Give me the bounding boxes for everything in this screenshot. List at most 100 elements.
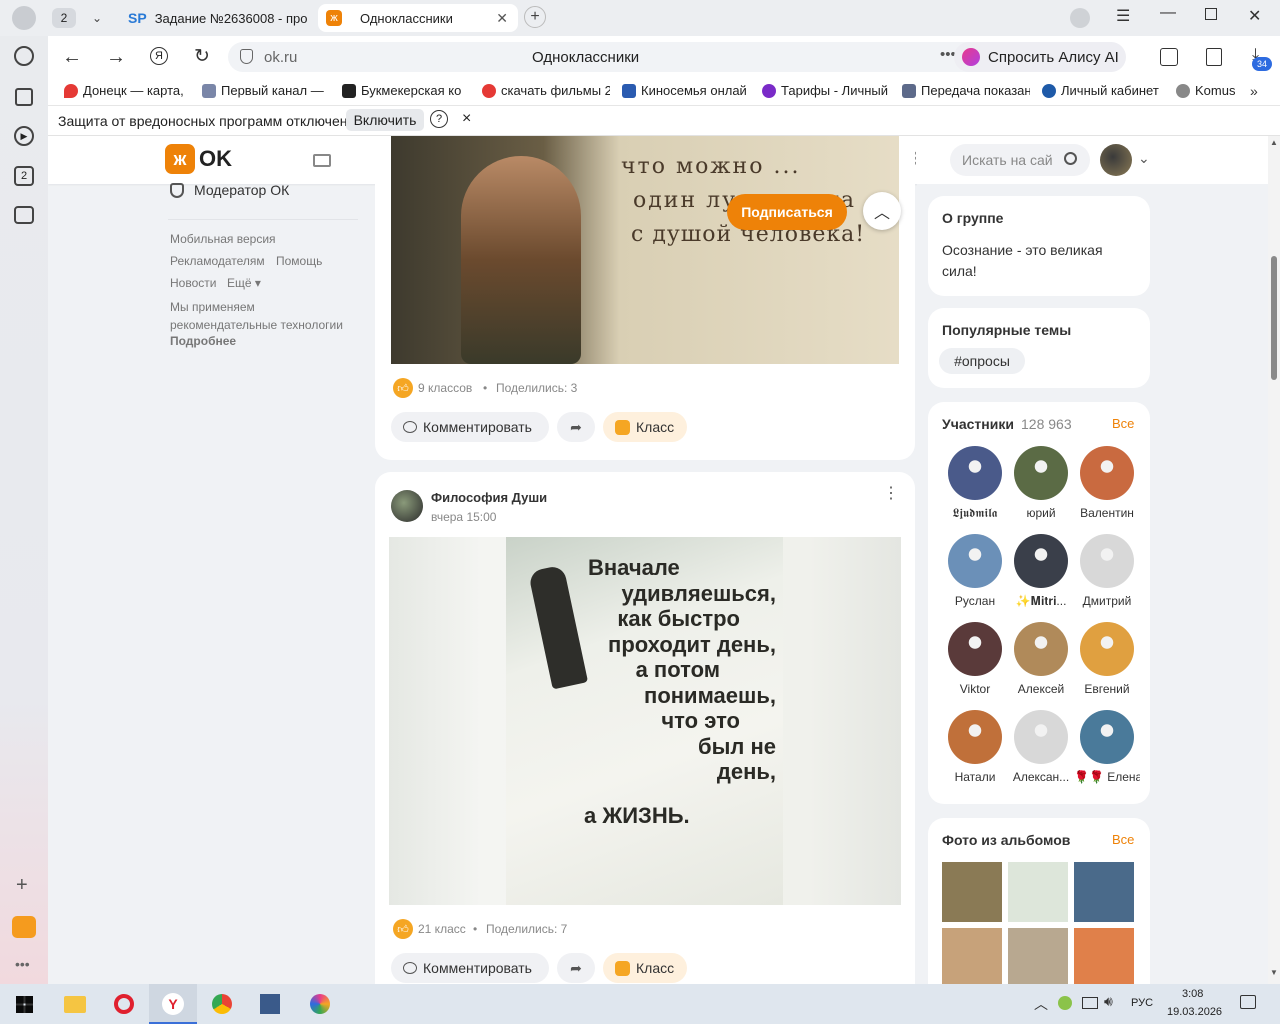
post-menu-icon[interactable]: ⋮ [883,486,899,502]
shield-icon[interactable] [240,49,253,64]
bookmark-item[interactable]: Личный кабинет [1042,83,1167,98]
more-link[interactable]: Ещё ▾ [227,276,261,290]
member-item[interactable]: Алексей [1008,622,1074,696]
tabs-count-icon[interactable]: 2 [14,166,34,186]
subscribe-button[interactable]: Подписаться [727,194,847,230]
extensions-icon[interactable] [1160,48,1178,66]
scroll-down-arrow[interactable]: ▼ [1270,968,1278,977]
minimize-icon[interactable]: — [1160,4,1176,22]
member-name[interactable]: 🌹🌹 Елена [1074,770,1140,784]
album-photo[interactable] [942,862,1002,922]
member-avatar[interactable] [948,622,1002,676]
news-link[interactable]: Новости [170,276,216,290]
member-name[interactable]: Натали [942,770,1008,784]
profile-icon[interactable] [12,6,36,30]
member-item[interactable]: Viktor [942,622,1008,696]
avatar[interactable] [1100,144,1132,176]
more-bookmarks-icon[interactable]: » [1250,83,1258,99]
close-window-icon[interactable]: ✕ [1248,6,1261,26]
bookmark-item[interactable]: скачать фильмы 2 [482,83,610,98]
yandex-browser-icon[interactable]: Y [149,984,197,1024]
album-photo[interactable] [1074,862,1134,922]
collections-icon[interactable] [15,88,33,106]
more-icon[interactable]: ••• [15,956,30,972]
member-item[interactable]: Натали [942,710,1008,784]
post-image[interactable]: что можно ... один луч солнца с душой че… [391,136,899,364]
page-scrollbar[interactable]: ▲ ▼ [1268,136,1280,984]
likes-count[interactable]: 9 классов [418,381,472,395]
scroll-thumb[interactable] [1271,256,1277,380]
mobile-version-link[interactable]: Мобильная версия [170,232,276,246]
account-icon[interactable] [1070,8,1090,28]
forward-icon[interactable]: → [106,46,126,69]
member-avatar[interactable] [1080,622,1134,676]
notifications-icon[interactable] [1240,995,1256,1009]
clock-time[interactable]: 3:08 [1182,988,1203,1000]
member-item[interactable]: 🌹🌹 Елена [1074,710,1140,784]
chevron-down-icon[interactable]: ⌄ [1138,150,1150,167]
album-photo[interactable] [942,928,1002,984]
app-icon[interactable] [260,994,280,1014]
share-button[interactable]: ➦ [557,953,595,983]
screenshot-icon[interactable] [14,206,34,224]
yandex-icon[interactable]: Я [150,47,168,65]
member-item[interactable]: Алексан... [1008,710,1074,784]
member-item[interactable]: Валентин [1074,446,1140,520]
volume-icon[interactable]: 🔊︎ [1104,993,1113,1010]
members-all-link[interactable]: Все [1112,416,1134,431]
bookmark-item[interactable]: Передача показан [902,83,1030,98]
member-avatar[interactable] [1080,446,1134,500]
explorer-icon[interactable] [64,996,86,1013]
new-tab-button[interactable]: + [524,6,546,28]
profile-check-icon[interactable] [1206,48,1222,66]
likes-count[interactable]: 21 класс [418,922,466,936]
ok-logo[interactable]: ж OK [165,144,232,174]
advertisers-link[interactable]: Рекламодателям [170,254,265,268]
scroll-up-button[interactable]: ︿ [863,192,901,230]
member-name[interactable]: Алексей [1008,682,1074,696]
search-input[interactable]: Искать на сай [950,144,1090,176]
menu-icon[interactable]: ☰ [1116,6,1130,26]
topic-tag[interactable]: #опросы [939,348,1025,374]
author-avatar[interactable] [391,490,423,522]
bookmark-item[interactable]: Донецк — карта, [64,83,192,98]
network-icon[interactable] [1082,997,1098,1009]
restore-icon[interactable] [1205,8,1217,20]
history-icon[interactable] [14,46,34,66]
messages-icon[interactable] [310,148,334,172]
photos-all-link[interactable]: Все [1112,832,1134,847]
member-avatar[interactable] [1014,622,1068,676]
member-item[interactable]: ✨𝐌𝐢𝐭𝐫𝐢... [1008,534,1074,609]
album-photo[interactable] [1008,862,1068,922]
close-icon[interactable]: × [462,110,471,128]
member-avatar[interactable] [1014,710,1068,764]
shares-count[interactable]: Поделились: 3 [496,381,577,395]
member-avatar[interactable] [948,534,1002,588]
bookmark-item[interactable]: Букмекерская ко [342,83,470,98]
klass-button[interactable]: Класс [603,953,687,983]
bookmark-item[interactable]: Тарифы - Личный [762,83,890,98]
enable-button[interactable]: Включить [346,109,424,131]
bookmark-item[interactable]: Komus [1176,83,1238,98]
address-bar[interactable]: ok.ru Одноклассники ••• [228,42,994,72]
opera-icon[interactable] [114,994,134,1014]
album-photo[interactable] [1074,928,1134,984]
reload-icon[interactable]: ↻ [194,45,210,68]
member-name[interactable]: Viktor [942,682,1008,696]
colorful-app-icon[interactable] [310,994,330,1014]
comment-button[interactable]: Комментировать [391,953,549,983]
member-item[interactable]: Дмитрий [1074,534,1140,608]
member-item[interactable]: Евгений [1074,622,1140,696]
scroll-up-arrow[interactable]: ▲ [1270,138,1278,147]
member-item[interactable]: юрий [1008,446,1074,520]
moderator-link[interactable]: Модератор ОК [170,182,289,198]
alice-button[interactable]: Спросить Алису AI [954,42,1126,72]
member-name[interactable]: юрий [1008,506,1074,520]
tray-chevron-icon[interactable]: ︿ [1034,994,1048,1014]
member-name[interactable]: Руслан [942,594,1008,608]
shares-count[interactable]: Поделились: 7 [486,922,567,936]
bookmark-item[interactable]: Киносемья онлай [622,83,750,98]
member-avatar[interactable] [1014,534,1068,588]
member-name[interactable]: Евгений [1074,682,1140,696]
tab-zadanie[interactable]: SP Задание №2636008 - про [120,4,310,32]
